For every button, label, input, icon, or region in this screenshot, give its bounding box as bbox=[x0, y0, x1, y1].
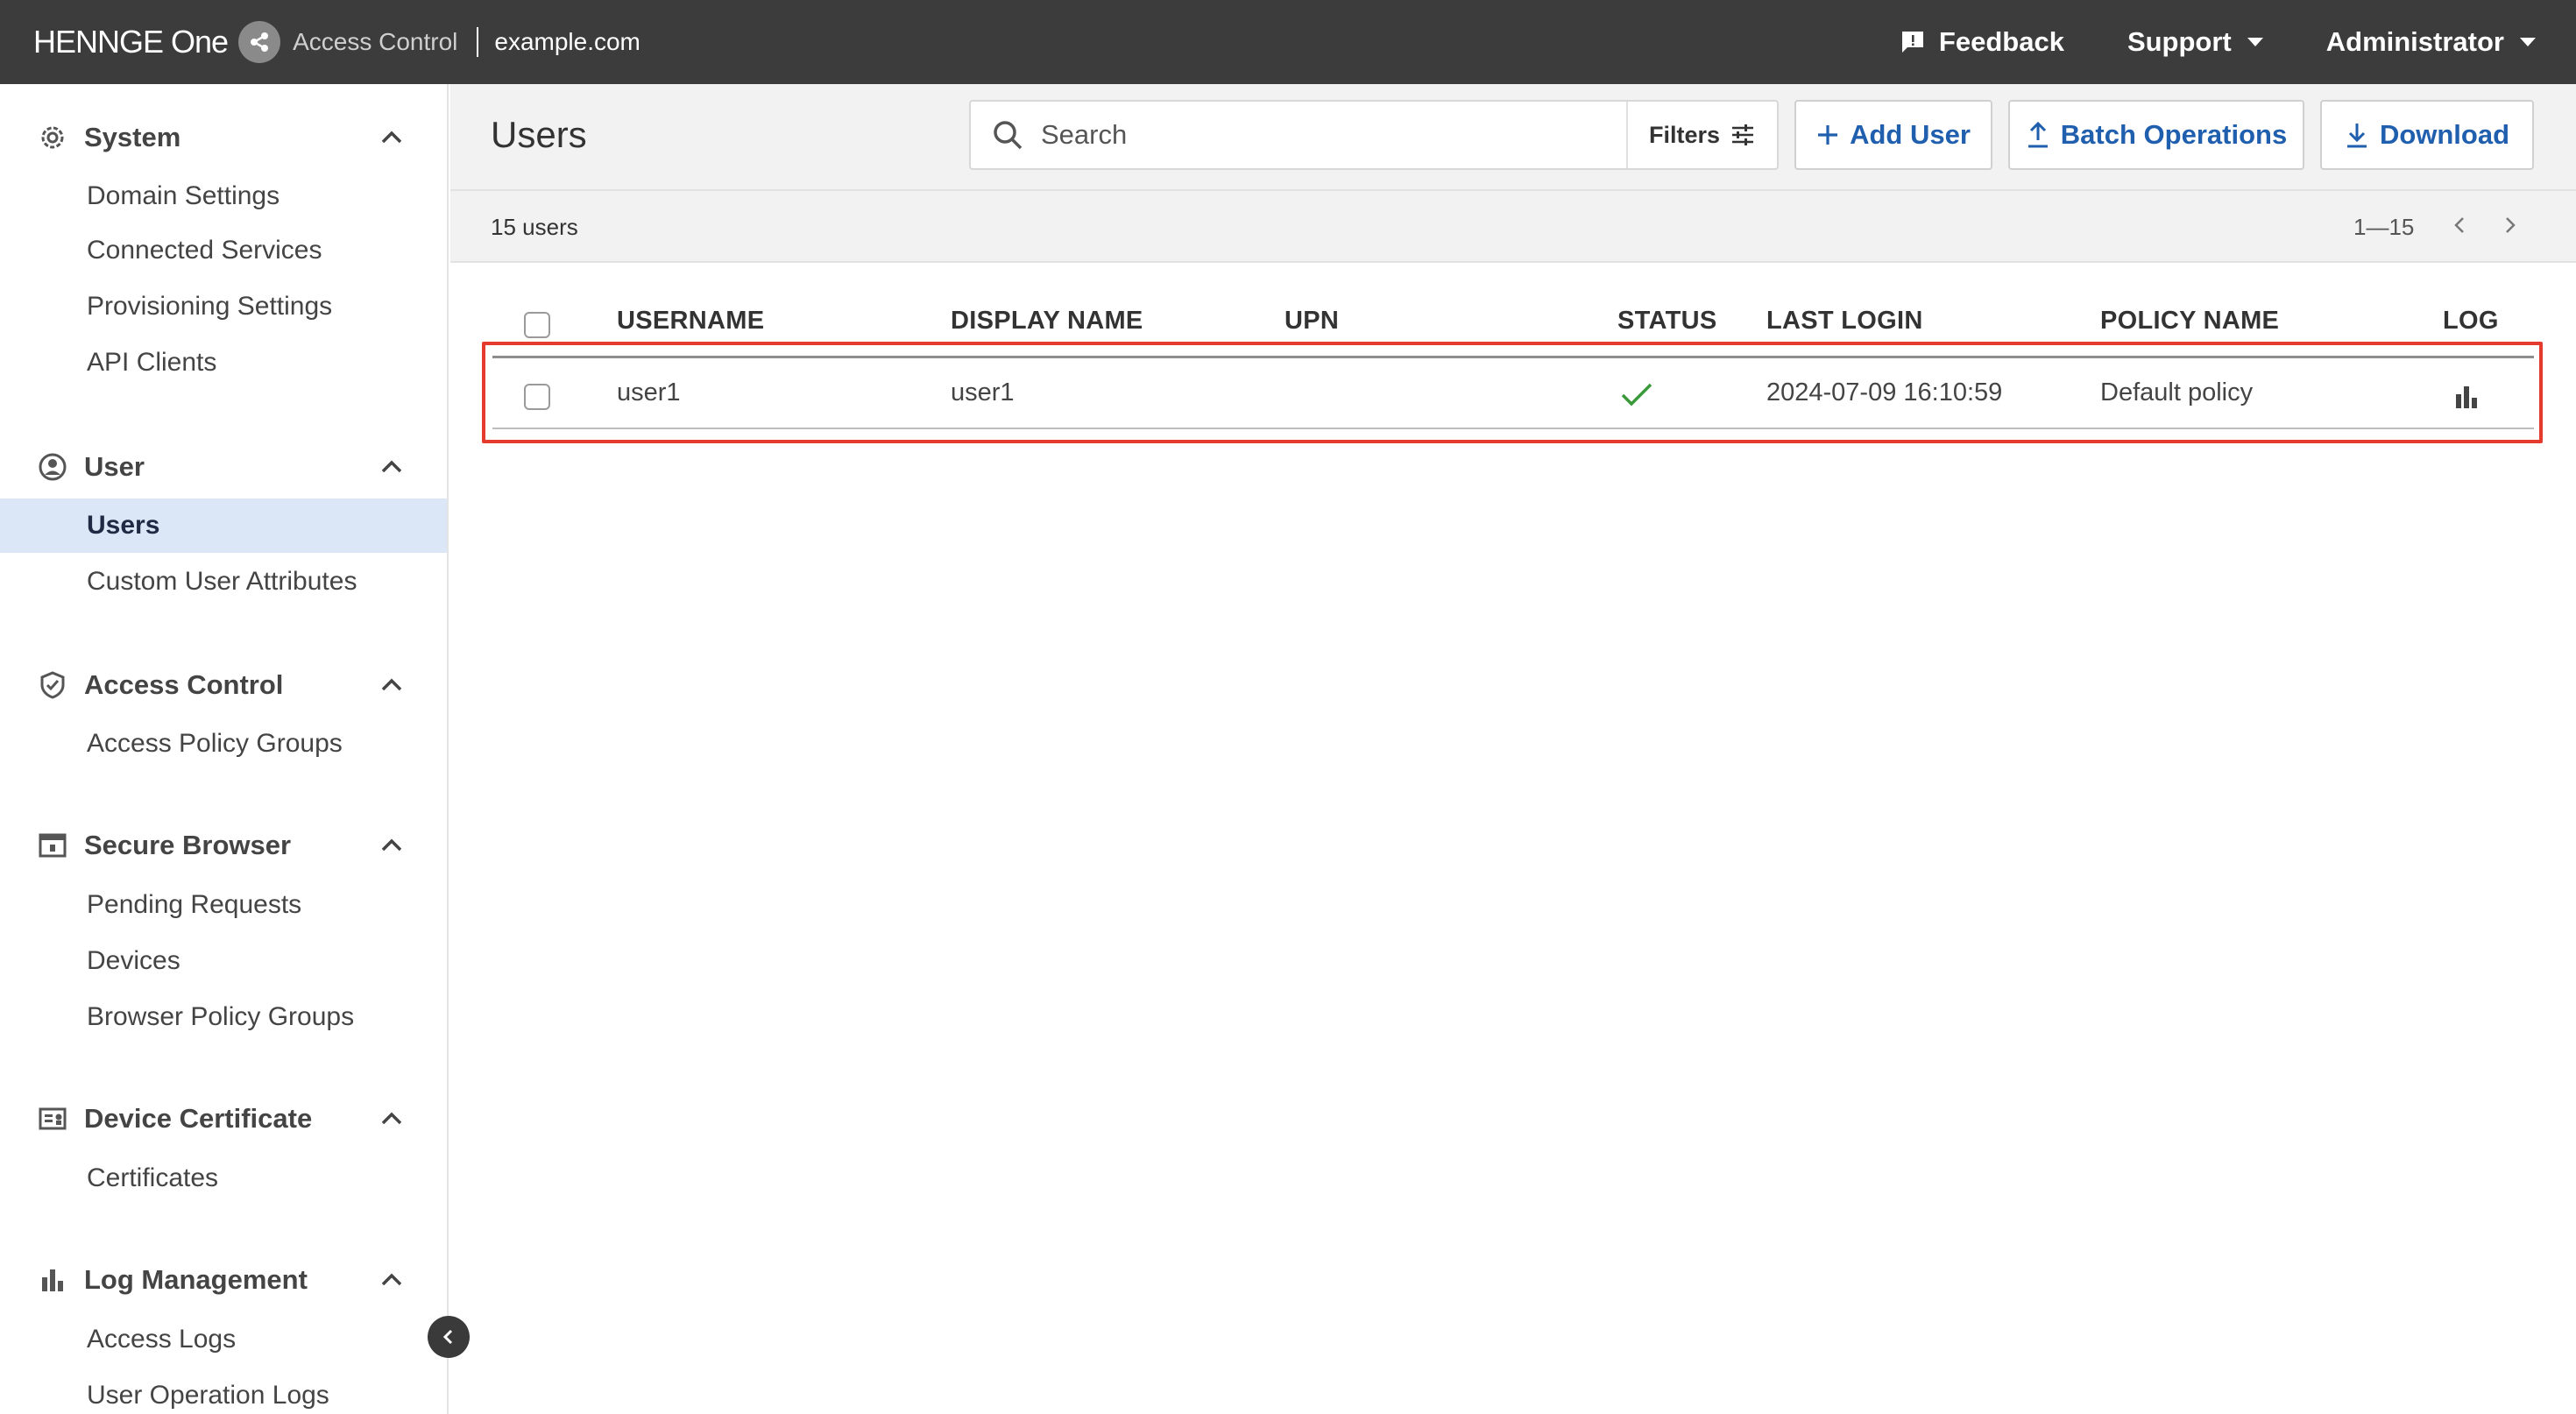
chevron-up-icon bbox=[381, 838, 402, 852]
sidebar-section-title: Access Control bbox=[84, 669, 284, 700]
sidebar-item-browser-policy-groups[interactable]: Browser Policy Groups bbox=[0, 990, 447, 1044]
sidebar-item-access-policy-groups[interactable]: Access Policy Groups bbox=[0, 717, 447, 771]
sidebar: System Domain Settings Connected Service… bbox=[0, 84, 449, 1414]
user-circle-icon bbox=[35, 449, 70, 484]
download-icon bbox=[2346, 124, 2367, 148]
column-header-display-name[interactable]: DISPLAY NAME bbox=[951, 307, 1143, 336]
page-range: 1—15 bbox=[2353, 214, 2415, 240]
top-nav: Feedback Support Administrator bbox=[1836, 0, 2536, 84]
upload-icon bbox=[2028, 121, 2048, 148]
bar-chart-icon bbox=[35, 1262, 70, 1297]
caret-down-icon bbox=[2520, 38, 2536, 46]
sidebar-item-domain-settings[interactable]: Domain Settings bbox=[0, 169, 447, 223]
chevron-up-icon bbox=[381, 1112, 402, 1125]
sidebar-item-user-operation-logs[interactable]: User Operation Logs bbox=[0, 1368, 447, 1414]
sidebar-item-users[interactable]: Users bbox=[0, 498, 447, 553]
product-name: Access Control bbox=[293, 28, 458, 55]
account-menu[interactable]: Administrator bbox=[2326, 26, 2536, 58]
sidebar-section-title: Log Management bbox=[84, 1264, 308, 1295]
sidebar-section-access-control[interactable]: Access Control bbox=[0, 663, 447, 707]
download-label: Download bbox=[2379, 119, 2510, 150]
support-label: Support bbox=[2127, 26, 2232, 57]
sidebar-item-api-clients[interactable]: API Clients bbox=[0, 336, 447, 390]
search-input[interactable] bbox=[1041, 116, 1532, 154]
add-user-button[interactable]: Add User bbox=[1794, 100, 1992, 170]
domain-name: example.com bbox=[494, 28, 640, 55]
filters-label: Filters bbox=[1649, 121, 1721, 148]
browser-window-icon bbox=[35, 828, 70, 863]
sidebar-item-access-logs[interactable]: Access Logs bbox=[0, 1312, 447, 1367]
sidebar-section-title: Device Certificate bbox=[84, 1103, 313, 1134]
certificate-icon bbox=[35, 1101, 70, 1136]
user-count: 15 users bbox=[491, 214, 578, 240]
search-icon bbox=[994, 121, 1023, 150]
sidebar-section-secure-browser[interactable]: Secure Browser bbox=[0, 824, 447, 867]
column-header-policy-name[interactable]: POLICY NAME bbox=[2100, 307, 2279, 336]
chevron-up-icon bbox=[381, 131, 402, 144]
batch-operations-button[interactable]: Batch Operations bbox=[2008, 100, 2304, 170]
column-header-upn[interactable]: UPN bbox=[1284, 307, 1339, 336]
brand-divider bbox=[477, 27, 479, 57]
plus-icon bbox=[1818, 125, 1838, 145]
sidebar-item-pending-requests[interactable]: Pending Requests bbox=[0, 878, 447, 932]
sidebar-item-devices[interactable]: Devices bbox=[0, 934, 447, 988]
page-title: Users bbox=[491, 114, 587, 155]
feedback-icon bbox=[1901, 32, 1923, 53]
top-bar: HENNGE One Access Control example.com Fe… bbox=[0, 0, 2576, 84]
add-user-label: Add User bbox=[1850, 119, 1971, 150]
sidebar-section-log-management[interactable]: Log Management bbox=[0, 1258, 447, 1302]
chevron-up-icon bbox=[381, 1273, 402, 1286]
search-box: Filters bbox=[969, 100, 1779, 170]
sidebar-section-title: User bbox=[84, 451, 145, 482]
page-header: Users Filters Add User Batch Operations … bbox=[450, 84, 2576, 189]
sidebar-item-certificates[interactable]: Certificates bbox=[0, 1151, 447, 1205]
chevron-up-icon bbox=[381, 460, 402, 473]
sidebar-section-user[interactable]: User bbox=[0, 445, 447, 489]
feedback-label: Feedback bbox=[1938, 26, 2064, 57]
collapse-sidebar-button[interactable] bbox=[428, 1316, 470, 1358]
account-label: Administrator bbox=[2325, 26, 2504, 57]
chevron-up-icon bbox=[381, 678, 402, 691]
column-header-username[interactable]: USERNAME bbox=[617, 307, 764, 336]
results-bar: 15 users 1—15 bbox=[450, 189, 2576, 263]
filters-button[interactable]: Filters bbox=[1626, 102, 1777, 168]
feedback-button[interactable]: Feedback bbox=[1899, 26, 2064, 58]
chevron-left-icon bbox=[442, 1329, 453, 1345]
batch-operations-label: Batch Operations bbox=[2060, 119, 2288, 150]
download-button[interactable]: Download bbox=[2320, 100, 2534, 170]
brand-logo-icon bbox=[238, 21, 281, 63]
sidebar-section-system[interactable]: System bbox=[0, 116, 447, 159]
previous-page-button[interactable] bbox=[2446, 212, 2473, 238]
sidebar-section-title: Secure Browser bbox=[84, 830, 292, 860]
column-header-last-login[interactable]: LAST LOGIN bbox=[1766, 307, 1923, 336]
brand-name: HENNGE One bbox=[33, 24, 229, 60]
sidebar-item-provisioning-settings[interactable]: Provisioning Settings bbox=[0, 279, 447, 334]
column-header-status[interactable]: STATUS bbox=[1617, 307, 1717, 336]
next-page-button[interactable] bbox=[2497, 212, 2523, 238]
column-header-log: LOG bbox=[2443, 307, 2499, 335]
filters-sliders-icon bbox=[1732, 124, 1754, 145]
sidebar-item-connected-services[interactable]: Connected Services bbox=[0, 223, 447, 278]
sidebar-section-device-certificate[interactable]: Device Certificate bbox=[0, 1097, 447, 1141]
brand[interactable]: HENNGE One Access Control example.com bbox=[33, 0, 640, 84]
support-menu[interactable]: Support bbox=[2127, 26, 2263, 58]
row-highlight-box bbox=[482, 342, 2543, 443]
shield-check-icon bbox=[35, 668, 70, 703]
select-all-checkbox[interactable] bbox=[524, 312, 550, 338]
gear-icon bbox=[35, 120, 70, 155]
sidebar-section-title: System bbox=[84, 122, 181, 152]
caret-down-icon bbox=[2247, 38, 2263, 46]
sidebar-item-custom-user-attributes[interactable]: Custom User Attributes bbox=[0, 555, 447, 609]
